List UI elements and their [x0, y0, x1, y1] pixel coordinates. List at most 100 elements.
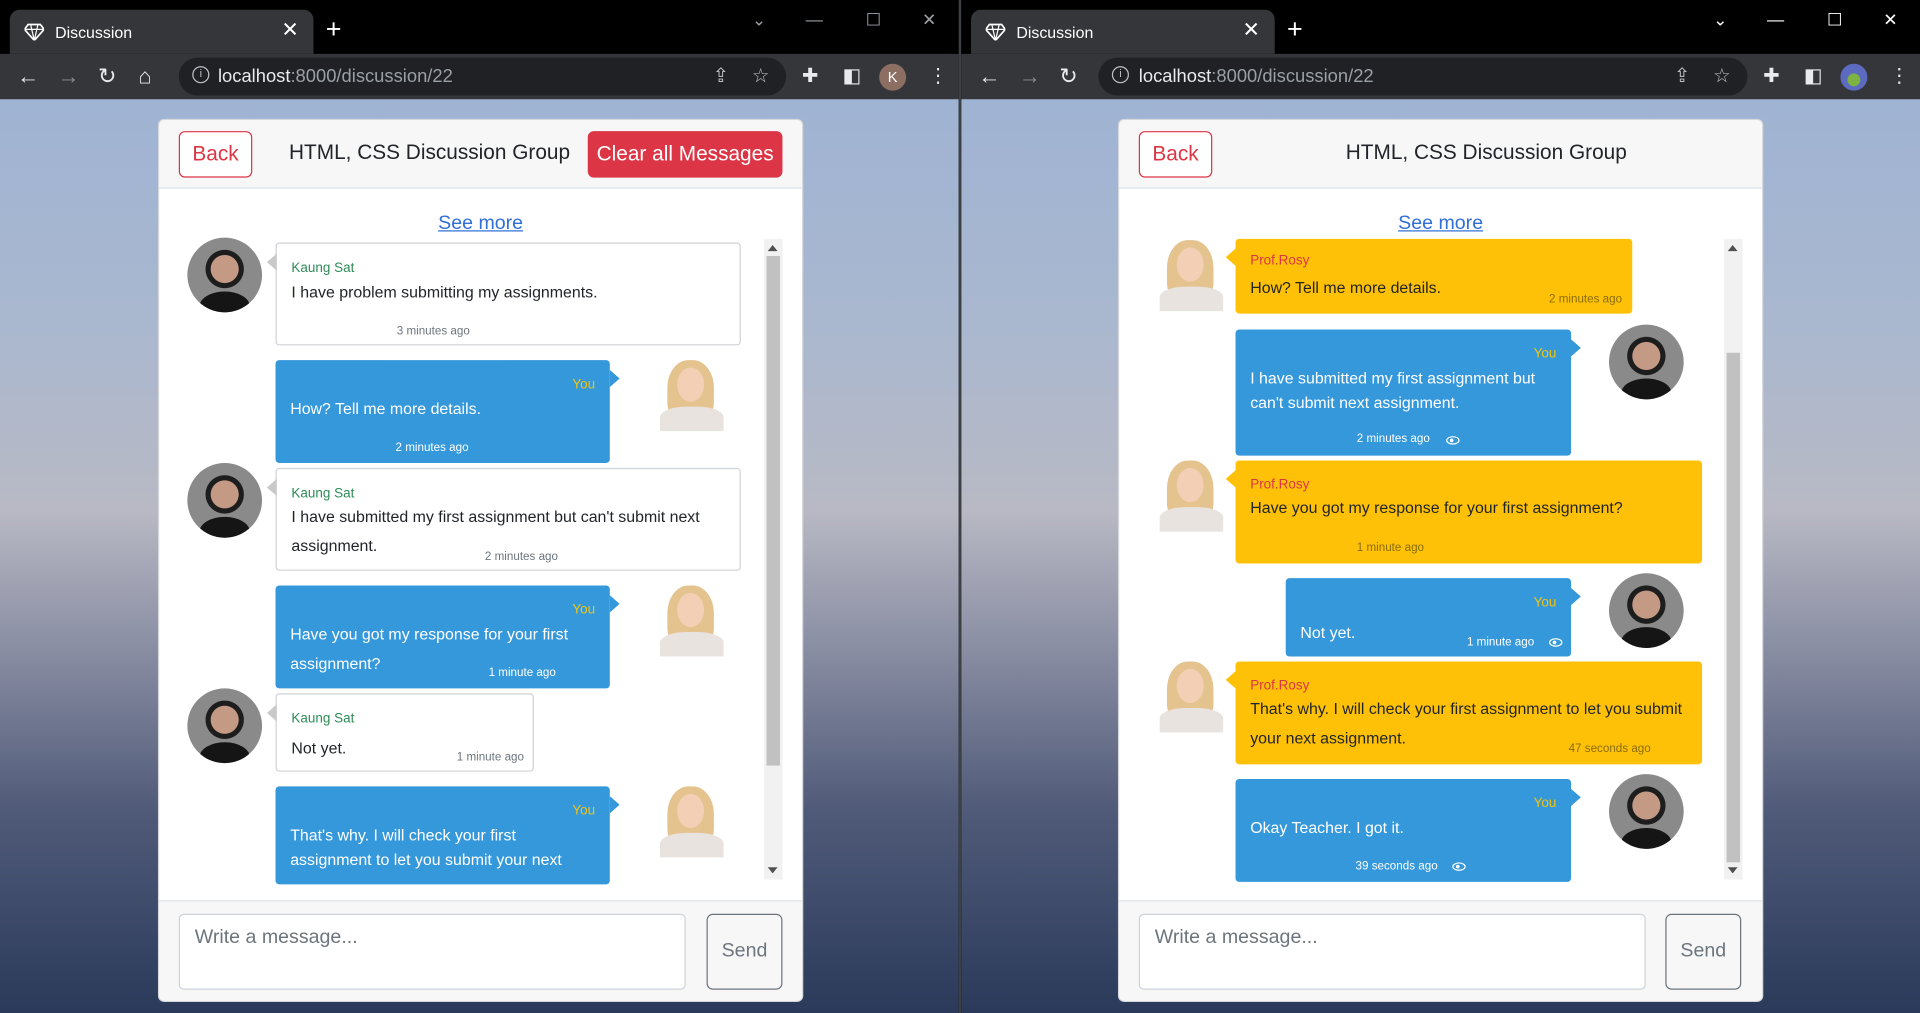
sender-name: Kaung Sat	[291, 260, 355, 276]
sender-name: Prof.Rosy	[1250, 678, 1310, 694]
sender-name: You	[572, 602, 596, 618]
browser-tab[interactable]: Discussion ✕	[971, 9, 1275, 54]
message-input[interactable]: Write a message...	[178, 913, 686, 990]
message-text: How? Tell me more details.	[290, 399, 482, 418]
sender-name: You	[1533, 595, 1557, 611]
reload-icon[interactable]: ↻	[1059, 61, 1077, 90]
forward-arrow-icon[interactable]: →	[58, 61, 80, 90]
seen-eye-icon	[1452, 862, 1466, 871]
close-window-icon[interactable]: ✕	[1883, 10, 1897, 31]
back-arrow-icon[interactable]: ←	[17, 61, 39, 90]
clear-messages-button[interactable]: Clear all Messages	[587, 131, 783, 178]
browser-toolbar: ← → ↻ i localhost:8000/discussion/22 ⇪ ☆…	[961, 53, 1920, 100]
chat-header: Back HTML, CSS Discussion Group	[1119, 120, 1763, 189]
sender-name: Prof.Rosy	[1250, 253, 1310, 269]
message-bubble: Prof.Rosy How? Tell me more details. 2 m…	[1225, 238, 1633, 314]
browser-tab[interactable]: Discussion ✕	[9, 9, 314, 54]
scrollbar-thumb[interactable]	[766, 256, 781, 766]
browser-window-left: Discussion ✕ + ⌄ — ☐ ✕ ← → ↻ ⌂ i localho…	[0, 0, 959, 1013]
sender-name: You	[572, 377, 596, 392]
chevron-down-icon[interactable]: ⌄	[1713, 10, 1727, 31]
sender-name: You	[572, 803, 596, 819]
back-button[interactable]: Back	[1138, 131, 1213, 178]
composer: Write a message... Send	[1119, 900, 1763, 1001]
student-avatar	[1608, 774, 1684, 849]
side-panel-icon[interactable]: ◧	[842, 64, 861, 88]
url-text: localhost:8000/discussion/22	[217, 66, 453, 87]
address-bar[interactable]: i localhost:8000/discussion/22 ⇪ ☆	[1098, 57, 1748, 96]
menu-icon[interactable]: ⋮	[1889, 64, 1909, 88]
message-time: 47 seconds ago	[1568, 742, 1651, 756]
student-avatar	[187, 237, 263, 313]
message-input[interactable]: Write a message...	[1138, 913, 1646, 990]
close-window-icon[interactable]: ✕	[922, 10, 936, 31]
message-bubble: You Okay Teacher. I got it. 39 seconds a…	[1235, 779, 1581, 882]
chevron-down-icon[interactable]: ⌄	[752, 10, 766, 31]
star-icon[interactable]: ☆	[1713, 64, 1731, 88]
seen-eye-icon	[1446, 436, 1460, 445]
tab-title: Discussion	[55, 23, 133, 42]
teacher-avatar	[660, 583, 724, 657]
minimize-icon[interactable]: —	[1767, 10, 1784, 30]
site-info-icon[interactable]: i	[192, 66, 210, 84]
send-button[interactable]: Send	[706, 913, 783, 990]
student-avatar	[187, 463, 263, 538]
sender-name: You	[1533, 346, 1557, 362]
share-icon[interactable]: ⇪	[713, 64, 729, 88]
teacher-avatar	[1159, 659, 1224, 733]
student-avatar	[1608, 324, 1684, 400]
back-arrow-icon[interactable]: ←	[978, 61, 1000, 90]
tab-strip: Discussion ✕ + ⌄ — ☐ ✕	[0, 0, 959, 54]
profile-avatar[interactable]	[1840, 63, 1868, 91]
teacher-avatar	[660, 358, 724, 432]
message-text: Have you got my response for your first …	[1250, 498, 1623, 517]
message-time: 1 minute ago	[1466, 635, 1535, 650]
maximize-icon[interactable]: ☐	[866, 10, 881, 31]
message-bubble: You Not yet. 1 minute ago	[1285, 578, 1581, 657]
back-button[interactable]: Back	[178, 131, 253, 178]
see-more-link[interactable]: See more	[1119, 213, 1762, 235]
scrollbar-thumb[interactable]	[1726, 352, 1741, 863]
message-bubble: Prof.Rosy That's why. I will check your …	[1225, 661, 1703, 765]
message-time: 1 minute ago	[1356, 541, 1425, 555]
menu-icon[interactable]: ⋮	[928, 64, 948, 88]
message-time: 1 minute ago	[488, 666, 556, 680]
messages-scrollbar[interactable]	[764, 238, 783, 880]
message-bubble: You How? Tell me more details. 2 minutes…	[275, 360, 620, 464]
student-avatar	[1608, 573, 1684, 648]
message-text: Okay Teacher. I got it.	[1250, 818, 1404, 837]
tab-close-icon[interactable]: ✕	[1243, 20, 1260, 41]
messages-scrollbar[interactable]	[1724, 238, 1743, 880]
message-bubble: You I have submitted my first assignment…	[1235, 329, 1581, 456]
minimize-icon[interactable]: —	[806, 10, 823, 30]
new-tab-icon[interactable]: +	[1287, 15, 1303, 43]
chat-title: HTML, CSS Discussion Group	[1345, 140, 1627, 165]
chat-card: Back HTML, CSS Discussion Group See more…	[1117, 118, 1764, 1002]
site-info-icon[interactable]: i	[1111, 66, 1129, 84]
share-icon[interactable]: ⇪	[1674, 64, 1690, 88]
side-panel-icon[interactable]: ◧	[1804, 64, 1823, 88]
chat-title: HTML, CSS Discussion Group	[288, 140, 571, 165]
tab-strip: Discussion ✕ + ⌄ — ☐ ✕	[961, 0, 1920, 54]
diamond-icon	[24, 23, 45, 41]
teacher-avatar	[660, 784, 724, 858]
url-text: localhost:8000/discussion/22	[1138, 66, 1374, 87]
home-icon[interactable]: ⌂	[138, 61, 151, 90]
extensions-icon[interactable]: ✚	[802, 64, 818, 88]
new-tab-icon[interactable]: +	[326, 15, 342, 43]
message-time: 2 minutes ago	[484, 549, 558, 564]
profile-avatar[interactable]: K	[879, 63, 907, 91]
address-bar[interactable]: i localhost:8000/discussion/22 ⇪ ☆	[178, 57, 787, 96]
teacher-avatar	[1159, 458, 1224, 532]
message-bubble: You That's why. I will check your first …	[275, 786, 620, 885]
extensions-icon[interactable]: ✚	[1763, 64, 1779, 88]
see-more-link[interactable]: See more	[159, 213, 802, 235]
page-background: Back HTML, CSS Discussion Group See more…	[961, 99, 1920, 1013]
star-icon[interactable]: ☆	[752, 64, 770, 88]
sender-name: You	[1533, 796, 1557, 811]
send-button[interactable]: Send	[1665, 913, 1742, 990]
reload-icon[interactable]: ↻	[98, 61, 116, 90]
forward-arrow-icon[interactable]: →	[1019, 61, 1041, 90]
maximize-icon[interactable]: ☐	[1827, 10, 1842, 31]
tab-close-icon[interactable]: ✕	[281, 20, 298, 41]
